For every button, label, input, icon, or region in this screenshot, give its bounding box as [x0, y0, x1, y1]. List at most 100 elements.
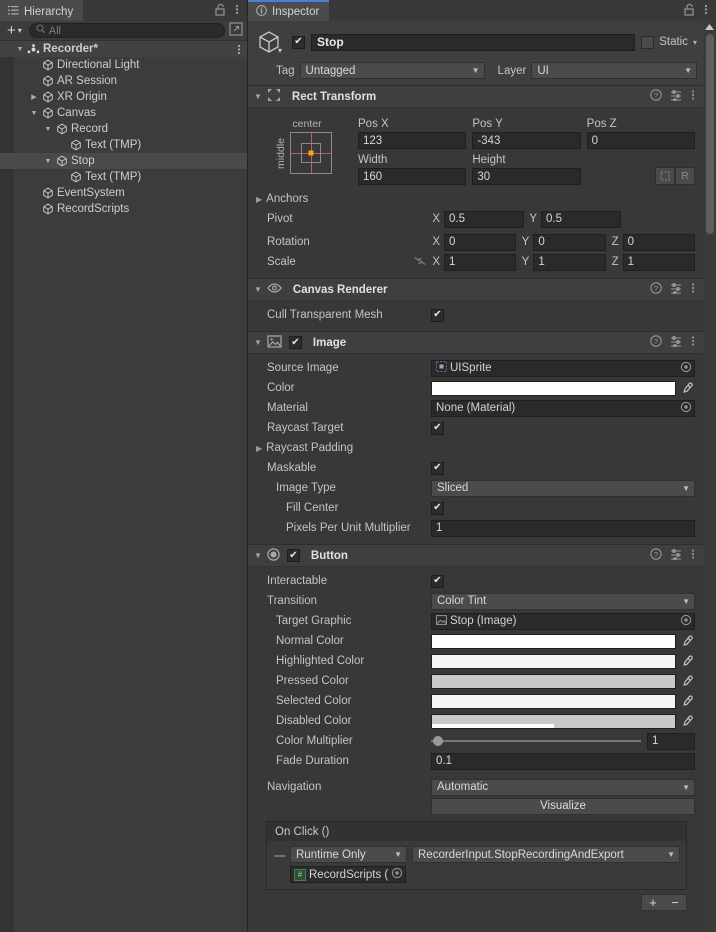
on-click-remove-button[interactable]: − — [664, 895, 686, 910]
material-field[interactable]: None (Material) — [431, 400, 695, 417]
raw-edit-mode-button[interactable]: R — [675, 167, 695, 185]
scrollbar-thumb[interactable] — [706, 34, 714, 234]
hierarchy-item-recordscripts[interactable]: RecordScripts — [0, 201, 247, 217]
tab-hierarchy[interactable]: Hierarchy — [0, 0, 83, 21]
object-picker-icon[interactable] — [391, 867, 403, 882]
normal-color-swatch[interactable] — [431, 634, 676, 649]
chevron-down-icon[interactable]: ▼ — [254, 285, 262, 294]
help-icon[interactable]: ? — [650, 282, 662, 297]
preset-icon[interactable] — [670, 282, 683, 297]
static-toggle-group[interactable]: Static ▾ — [641, 36, 697, 49]
rect-transform-header[interactable]: ▼ Rect Transform ? — [248, 86, 703, 108]
hierarchy-item-stop[interactable]: ▼Stop — [0, 153, 247, 169]
pressed-color-swatch[interactable] — [431, 674, 676, 689]
fade-duration-input[interactable]: 0.1 — [431, 753, 695, 770]
chevron-down-icon[interactable]: ▾ — [278, 46, 282, 55]
kebab-icon[interactable] — [237, 41, 241, 57]
rotation-z-input[interactable]: 0 — [623, 234, 695, 251]
pos-y-input[interactable]: -343 — [472, 132, 580, 149]
pivot-x-input[interactable]: 0.5 — [444, 211, 524, 228]
hierarchy-item-record[interactable]: ▼Record — [0, 121, 247, 137]
kebab-icon[interactable] — [691, 548, 695, 563]
blueprint-mode-button[interactable] — [655, 167, 675, 185]
visualize-button[interactable]: Visualize — [431, 798, 695, 815]
search-input[interactable]: All — [29, 23, 225, 38]
scale-x-input[interactable]: 1 — [444, 254, 516, 271]
eyedropper-icon[interactable] — [680, 715, 695, 728]
help-icon[interactable]: ? — [650, 335, 662, 350]
hierarchy-item-text-tmp[interactable]: Text (TMP) — [0, 169, 247, 185]
pos-z-input[interactable]: 0 — [587, 132, 695, 149]
chevron-down-icon[interactable]: ▼ — [42, 126, 54, 133]
anchor-preset-widget[interactable]: center middle — [248, 116, 358, 185]
on-click-function-dropdown[interactable]: RecorderInput.StopRecordingAndExport ▼ — [412, 846, 680, 863]
image-type-dropdown[interactable]: Sliced ▼ — [431, 480, 695, 497]
selected-color-swatch[interactable] — [431, 694, 676, 709]
hierarchy-item-directional-light[interactable]: Directional Light — [0, 57, 247, 73]
eyedropper-icon[interactable] — [680, 655, 695, 668]
hierarchy-item-eventsystem[interactable]: EventSystem — [0, 185, 247, 201]
chevron-down-icon[interactable]: ▼ — [254, 551, 262, 560]
gameobject-enabled-checkbox[interactable] — [292, 36, 305, 49]
hierarchy-item-recorder[interactable]: ▼Recorder* — [0, 41, 247, 57]
chevron-down-icon[interactable]: ▼ — [254, 338, 262, 347]
image-color-swatch[interactable] — [431, 381, 676, 396]
pixels-per-unit-input[interactable]: 1 — [431, 520, 695, 537]
image-enabled-checkbox[interactable] — [289, 336, 302, 349]
cull-transparent-mesh-checkbox[interactable] — [431, 309, 444, 322]
kebab-icon[interactable] — [691, 89, 695, 104]
on-click-target-field[interactable]: # RecordScripts ( — [290, 866, 406, 883]
pivot-y-input[interactable]: 0.5 — [541, 211, 621, 228]
open-in-new-icon[interactable] — [229, 22, 243, 39]
scale-z-input[interactable]: 1 — [623, 254, 695, 271]
color-multiplier-input[interactable]: 1 — [647, 733, 695, 750]
source-image-field[interactable]: UISprite — [431, 360, 695, 377]
on-click-mode-dropdown[interactable]: Runtime Only ▼ — [290, 846, 407, 863]
chevron-down-icon[interactable]: ▼ — [28, 110, 40, 117]
chevron-down-icon[interactable]: ▼ — [42, 158, 54, 165]
kebab-icon[interactable] — [691, 282, 695, 297]
chevron-down-icon[interactable]: ▾ — [693, 38, 697, 47]
scale-y-input[interactable]: 1 — [533, 254, 605, 271]
link-broken-icon[interactable] — [413, 255, 427, 270]
target-graphic-field[interactable]: Stop (Image) — [431, 613, 695, 630]
raycast-padding-foldout[interactable]: ▶ Raycast Padding — [248, 442, 431, 454]
tab-inspector[interactable]: Inspector — [248, 0, 329, 21]
fill-center-checkbox[interactable] — [431, 502, 444, 515]
on-click-add-button[interactable]: + — [642, 895, 664, 910]
kebab-icon[interactable] — [691, 335, 695, 350]
help-icon[interactable]: ? — [650, 548, 662, 563]
height-input[interactable]: 30 — [472, 168, 580, 185]
eyedropper-icon[interactable] — [680, 635, 695, 648]
hierarchy-item-text-tmp[interactable]: Text (TMP) — [0, 137, 247, 153]
highlighted-color-swatch[interactable] — [431, 654, 676, 669]
hierarchy-item-xr-origin[interactable]: ▶XR Origin — [0, 89, 247, 105]
eyedropper-icon[interactable] — [680, 695, 695, 708]
chevron-down-icon[interactable]: ▼ — [254, 92, 262, 101]
preset-icon[interactable] — [670, 335, 683, 350]
layer-dropdown[interactable]: UI ▼ — [531, 62, 697, 79]
rotation-x-input[interactable]: 0 — [444, 234, 516, 251]
scroll-up-arrow-icon[interactable] — [703, 21, 716, 33]
create-object-button[interactable]: + ▾ — [4, 25, 25, 37]
eyedropper-icon[interactable] — [680, 382, 695, 395]
image-header[interactable]: ▼ Image ? — [248, 332, 703, 354]
navigation-dropdown[interactable]: Automatic ▼ — [431, 779, 695, 796]
slider-knob[interactable] — [433, 736, 443, 746]
object-picker-icon[interactable] — [680, 361, 692, 376]
rotation-y-input[interactable]: 0 — [533, 234, 605, 251]
maskable-checkbox[interactable] — [431, 462, 444, 475]
lock-open-icon[interactable] — [215, 3, 226, 19]
object-picker-icon[interactable] — [680, 401, 692, 416]
canvas-renderer-header[interactable]: ▼ Canvas Renderer ? — [248, 279, 703, 301]
tag-dropdown[interactable]: Untagged ▼ — [300, 62, 485, 79]
disabled-color-swatch[interactable] — [431, 714, 676, 729]
help-icon[interactable]: ? — [650, 89, 662, 104]
kebab-icon[interactable] — [704, 3, 708, 19]
interactable-checkbox[interactable] — [431, 575, 444, 588]
transition-dropdown[interactable]: Color Tint ▼ — [431, 593, 695, 610]
chevron-right-icon[interactable]: ▶ — [28, 93, 40, 101]
hierarchy-item-ar-session[interactable]: AR Session — [0, 73, 247, 89]
chevron-down-icon[interactable]: ▼ — [14, 46, 26, 53]
raycast-target-checkbox[interactable] — [431, 422, 444, 435]
